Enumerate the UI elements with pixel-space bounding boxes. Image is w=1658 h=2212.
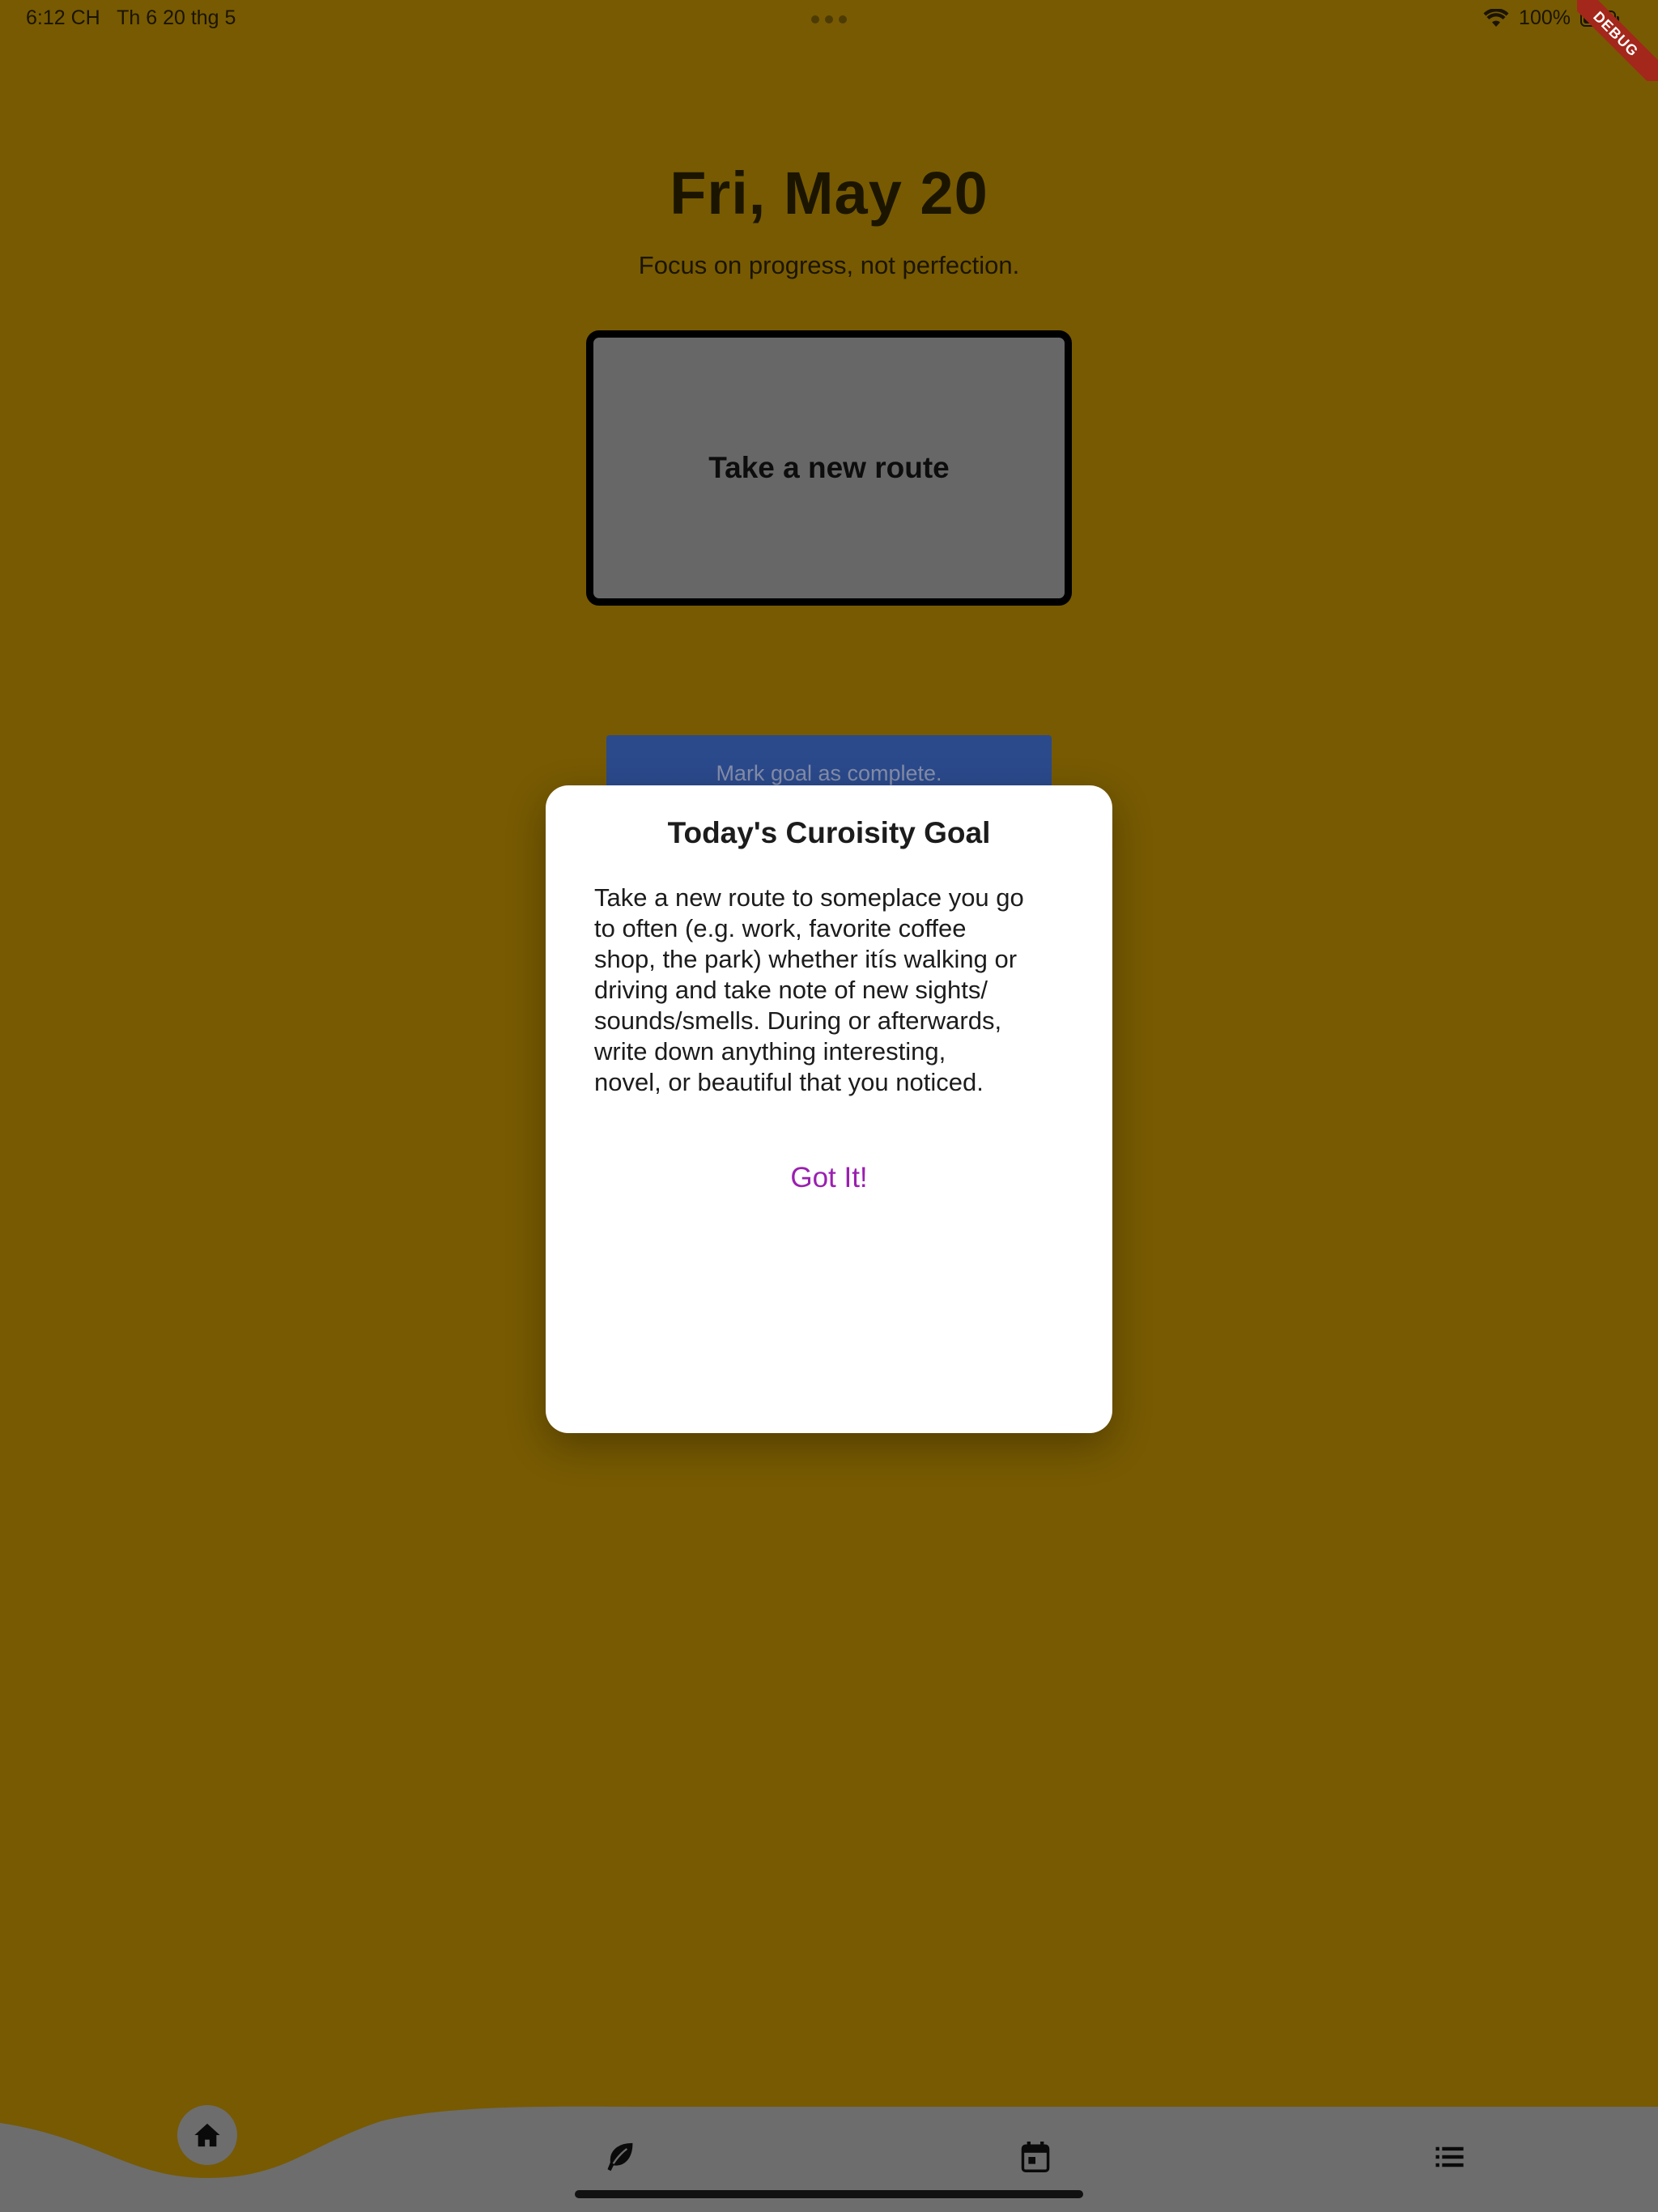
status-time: 6:12 CH (26, 6, 100, 29)
got-it-button[interactable]: Got It! (748, 1150, 910, 1206)
dialog-title: Today's Curoisity Goal (667, 816, 991, 849)
multitasking-dots-icon[interactable] (811, 15, 847, 23)
page-title: Fri, May 20 (670, 160, 988, 227)
status-bar: 6:12 CH Th 6 20 thg 5 100% (0, 0, 1658, 39)
home-icon (194, 2123, 220, 2147)
goal-card[interactable]: Take a new route (586, 330, 1072, 606)
nav-item-goals[interactable] (601, 2138, 640, 2176)
dialog-body: Take a new route to someplace you go to … (594, 883, 1024, 1096)
goal-dialog: Today's Curoisity Goal Take a new route … (546, 785, 1112, 1433)
status-time-date: 6:12 CH Th 6 20 thg 5 (26, 6, 236, 30)
motivational-subtitle: Focus on progress, not perfection. (638, 251, 1020, 279)
status-date: Th 6 20 thg 5 (117, 6, 236, 29)
nav-item-home[interactable] (177, 2105, 237, 2165)
battery-percent: 100% (1519, 6, 1571, 29)
wifi-icon (1483, 8, 1509, 27)
nav-item-list[interactable] (1431, 2138, 1469, 2176)
leaf-icon (607, 2142, 633, 2172)
nav-item-calendar[interactable] (1016, 2138, 1055, 2176)
debug-banner: DEBUG (1577, 0, 1658, 81)
list-icon (1435, 2146, 1464, 2167)
calendar-icon (1021, 2142, 1050, 2172)
goal-card-title: Take a new route (708, 451, 950, 484)
home-indicator[interactable] (575, 2190, 1083, 2198)
debug-banner-label: DEBUG (1577, 0, 1658, 81)
